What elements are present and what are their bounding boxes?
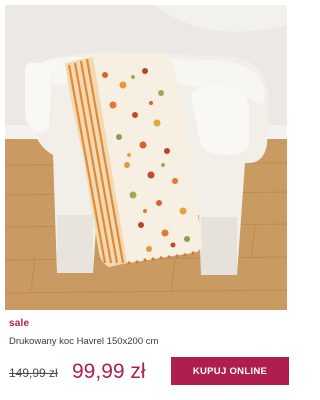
- old-price: 149,99 zł: [9, 366, 58, 380]
- buy-online-button[interactable]: KUPUJ ONLINE: [171, 357, 289, 385]
- product-card[interactable]: sale Drukowany koc Havrel 150x200 cm 149…: [0, 0, 292, 400]
- product-name[interactable]: Drukowany koc Havrel 150x200 cm: [9, 336, 158, 347]
- new-price: 99,99 zł: [72, 360, 146, 383]
- product-image[interactable]: [5, 5, 287, 310]
- sale-badge: sale: [9, 318, 30, 329]
